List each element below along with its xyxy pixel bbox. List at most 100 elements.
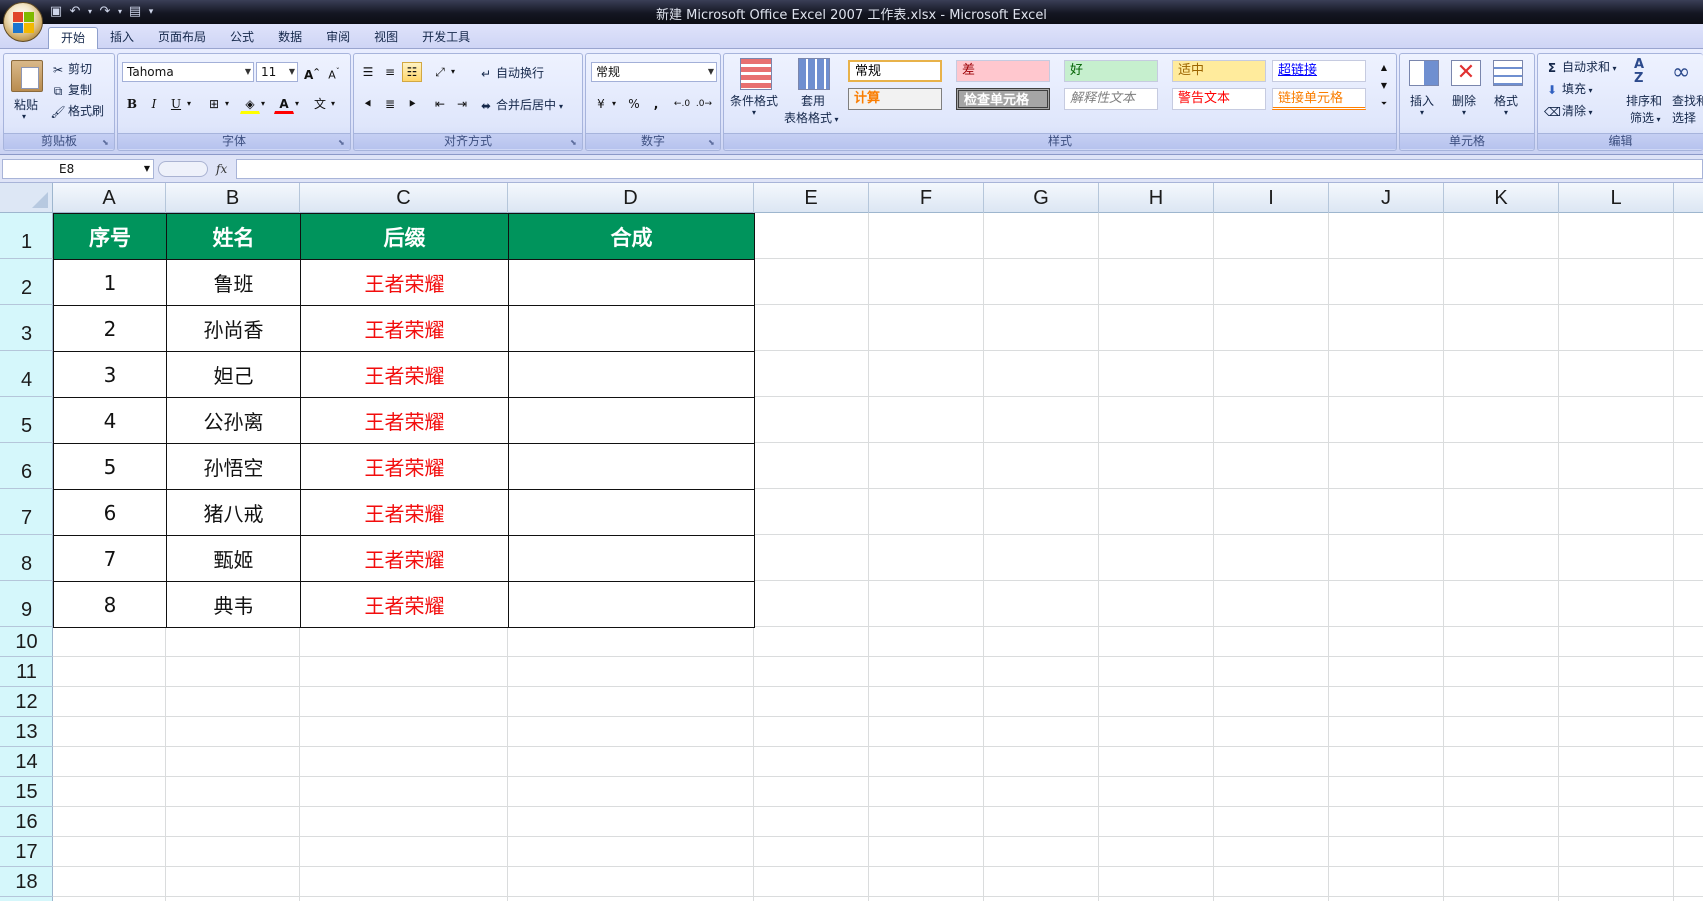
clear-button[interactable]: ⌫清除 ▾ (1544, 102, 1593, 120)
bold-button[interactable]: B (122, 94, 142, 114)
formula-input[interactable] (236, 159, 1703, 179)
customize-qat-icon[interactable]: ▾ (146, 4, 156, 20)
row-header-6[interactable]: 6 (0, 443, 53, 489)
format-painter-button[interactable]: 🖌 格式刷 (50, 102, 104, 120)
tab-home[interactable]: 开始 (48, 27, 99, 49)
column-header-L[interactable]: L (1559, 183, 1674, 213)
wrap-text-button[interactable]: ↵ 自动换行 (478, 64, 544, 82)
phonetic-guide-icon[interactable]: 文 (310, 94, 330, 114)
cell-suffix[interactable]: 王者荣耀 (300, 535, 509, 582)
borders-icon[interactable]: ⊞ (204, 94, 224, 114)
gallery-more-icon[interactable]: ⏷ (1376, 94, 1392, 112)
conditional-formatting-button[interactable]: 条件格式 ▾ (730, 56, 782, 128)
increase-indent-icon[interactable]: ⇥ (452, 94, 472, 114)
style-explanatory[interactable]: 解释性文本 (1064, 88, 1158, 110)
style-good[interactable]: 好 (1064, 60, 1158, 82)
cell-index[interactable]: 6 (53, 489, 167, 536)
style-neutral[interactable]: 适中 (1172, 60, 1266, 82)
format-as-table-button[interactable]: 套用 表格格式 ▾ (784, 56, 844, 128)
cell-combined[interactable] (508, 581, 755, 628)
cell-index[interactable]: 8 (53, 581, 167, 628)
cell-suffix[interactable]: 王者荣耀 (300, 443, 509, 490)
borders-dropdown-icon[interactable]: ▾ (222, 94, 232, 114)
comma-button[interactable]: , (646, 94, 666, 114)
gallery-scroll-up-icon[interactable]: ▲ (1376, 58, 1392, 76)
cell-name[interactable]: 典韦 (166, 581, 301, 628)
cell-name[interactable]: 孙悟空 (166, 443, 301, 490)
phonetic-dropdown-icon[interactable]: ▾ (328, 94, 338, 114)
fill-color-icon[interactable]: ◈ (240, 94, 260, 114)
cell-index[interactable]: 3 (53, 351, 167, 398)
cell-name[interactable]: 猪八戒 (166, 489, 301, 536)
font-color-icon[interactable]: A (274, 94, 294, 114)
column-header-F[interactable]: F (869, 183, 984, 213)
office-button[interactable] (3, 2, 43, 42)
style-warning[interactable]: 警告文本 (1172, 88, 1266, 110)
underline-dropdown-icon[interactable]: ▾ (184, 94, 194, 114)
formula-bar-expander[interactable] (158, 161, 208, 177)
sort-filter-button[interactable]: AZ 排序和 筛选 ▾ (1626, 56, 1668, 130)
redo-dropdown-icon[interactable]: ▾ (116, 4, 124, 20)
cell-combined[interactable] (508, 351, 755, 398)
font-launcher-icon[interactable]: ⬊ (338, 138, 347, 147)
font-name-select[interactable]: Tahoma ▼ (122, 62, 254, 82)
cut-button[interactable]: ✂ 剪切 (50, 60, 92, 78)
cell-suffix[interactable]: 王者荣耀 (300, 489, 509, 536)
row-header-4[interactable]: 4 (0, 351, 53, 397)
cell-suffix[interactable]: 王者荣耀 (300, 397, 509, 444)
insert-cells-button[interactable]: 插入 ▾ (1406, 56, 1444, 128)
row-header-13[interactable]: 13 (0, 717, 53, 747)
clipboard-launcher-icon[interactable]: ⬊ (102, 138, 111, 147)
tab-review[interactable]: 审阅 (314, 27, 362, 49)
orientation-dropdown-icon[interactable]: ▾ (448, 62, 458, 82)
orientation-icon[interactable]: ⤢ (430, 62, 450, 82)
row-header-17[interactable]: 17 (0, 837, 53, 867)
style-check-cell[interactable]: 检查单元格 (956, 88, 1050, 110)
underline-button[interactable]: U (166, 94, 186, 114)
cell-name[interactable]: 公孙离 (166, 397, 301, 444)
header-name[interactable]: 姓名 (166, 213, 301, 260)
row-header-15[interactable]: 15 (0, 777, 53, 807)
tab-insert[interactable]: 插入 (98, 27, 146, 49)
row-header-12[interactable]: 12 (0, 687, 53, 717)
cell-name[interactable]: 妲己 (166, 351, 301, 398)
cell-index[interactable]: 4 (53, 397, 167, 444)
cell-index[interactable]: 7 (53, 535, 167, 582)
delete-cells-button[interactable]: ✕ 删除 ▾ (1448, 56, 1486, 128)
column-header-J[interactable]: J (1329, 183, 1444, 213)
row-header-2[interactable]: 2 (0, 259, 53, 305)
number-launcher-icon[interactable]: ⬊ (708, 138, 717, 147)
style-hyperlink[interactable]: 超链接 (1272, 60, 1366, 82)
cell-combined[interactable] (508, 397, 755, 444)
align-center-icon[interactable]: ≣ (380, 94, 400, 114)
undo-icon[interactable]: ↶ (67, 4, 83, 20)
row-header-3[interactable]: 3 (0, 305, 53, 351)
column-header-A[interactable]: A (53, 183, 166, 213)
cell-area[interactable]: 序号 姓名 后缀 合成 1 鲁班 王者荣耀 2 孙尚香 王者荣耀 3 妲己 王者荣耀 4 公孙离 王者荣耀 5… (53, 213, 1703, 901)
column-header-I[interactable]: I (1214, 183, 1329, 213)
font-color-dropdown-icon[interactable]: ▾ (292, 94, 302, 114)
align-right-icon[interactable]: ⯈ (402, 94, 422, 114)
tab-view[interactable]: 视图 (362, 27, 410, 49)
cell-name[interactable]: 孙尚香 (166, 305, 301, 352)
align-middle-icon[interactable]: ≡ (380, 62, 400, 82)
cell-name[interactable]: 鲁班 (166, 259, 301, 306)
shrink-font-button[interactable]: Aˇ (324, 62, 344, 82)
cell-index[interactable]: 5 (53, 443, 167, 490)
style-bad[interactable]: 差 (956, 60, 1050, 82)
merge-center-button[interactable]: ⬌ 合并后居中 ▾ (478, 96, 563, 114)
row-header-8[interactable]: 8 (0, 535, 53, 581)
autosum-button[interactable]: Σ 自动求和 ▾ (1544, 58, 1617, 76)
cell-index[interactable]: 2 (53, 305, 167, 352)
row-header-10[interactable]: 10 (0, 627, 53, 657)
undo-dropdown-icon[interactable]: ▾ (86, 4, 94, 20)
select-all-button[interactable] (0, 183, 53, 213)
currency-icon[interactable]: ¥ (591, 94, 611, 114)
copy-button[interactable]: ⧉ 复制 (50, 81, 92, 99)
row-header-1[interactable]: 1 (0, 213, 53, 259)
row-header-5[interactable]: 5 (0, 397, 53, 443)
gallery-scroll-down-icon[interactable]: ▼ (1376, 76, 1392, 94)
find-select-button[interactable]: ∞ 查找和 选择 (1670, 56, 1703, 130)
alignment-launcher-icon[interactable]: ⬊ (570, 138, 579, 147)
column-header-K[interactable]: K (1444, 183, 1559, 213)
